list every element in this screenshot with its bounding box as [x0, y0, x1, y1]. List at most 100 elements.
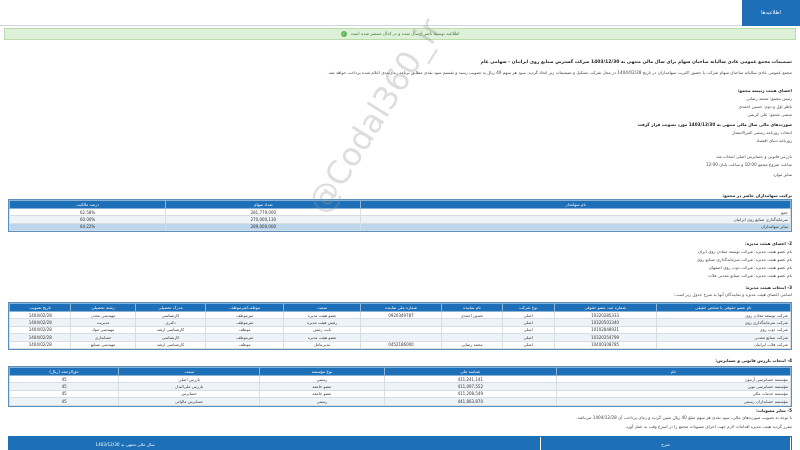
presidium-chair: رئیس مجمع: محمد رضایی: [746, 96, 792, 101]
board-item: نام عضو هیئت مدیره: شرکت ذوب روی اصفهان: [708, 265, 792, 270]
summary-col-title: شرح: [541, 437, 791, 450]
cell: غیرموظف: [205, 318, 285, 327]
board-item: نام عضو هیئت مدیره: شرکت توسعه معادن روی…: [697, 249, 792, 254]
cell: 1404/02/28: [8, 325, 72, 335]
time-line: ساعت شروع مجمع 10:00 و ساعت پایان 12:00: [705, 162, 792, 167]
col-fee: حق‌الزحمه (ریال): [8, 367, 120, 376]
newspaper-title: انتخاب روزنامه رسمی کثیرالانتشار: [732, 130, 792, 135]
cell: مؤسسه حسابداران رسمی: [555, 397, 792, 406]
section5-line: مقرر گردید هیئت مدیره اقدامات لازم جهت ا…: [624, 424, 792, 429]
cell: عضو هیئت مدیره: [283, 310, 361, 320]
table-row[interactable]: سرمایه‌گذاری صنایع روی ایرانیان 270,000,…: [8, 215, 791, 224]
table-row[interactable]: مؤسسه حسابداران رسمی 441,863,870 رسمی حسابر…: [8, 397, 792, 406]
section4-title: 4- انتخاب بازرس قانونی و حسابرس:: [715, 358, 792, 363]
cell: اصلی: [501, 310, 555, 320]
cell: 60.00%: [8, 215, 167, 224]
cell: 45: [8, 382, 120, 391]
board-item: نام عضو هیئت مدیره: شرکت صنایع معدنی فلا…: [708, 273, 792, 278]
cell: 270,000,130: [165, 215, 362, 224]
cell: سایر سهامداران: [360, 222, 791, 232]
cell: [441, 325, 503, 335]
table-row[interactable]: مؤسسه حسابرسی آزمون 411,241,141 رسمی بازرس …: [8, 374, 792, 384]
cell: حسابرس: [118, 389, 260, 399]
col-rep-id: شماره ملی نماینده: [359, 303, 443, 312]
cell: کارشناسی: [134, 333, 207, 342]
cell: موظف: [205, 340, 285, 349]
cell: 45: [8, 374, 120, 384]
section3-note: اسامی اعضای هیئت مدیره و نمایندگان آنها …: [674, 292, 792, 297]
table-row[interactable]: جمع 281,779,000 62.58%: [8, 207, 791, 217]
col-reg-no: شماره ثبت عضو حقوقی: [553, 303, 657, 312]
cell: غیرموظف: [205, 333, 285, 342]
col-date: تاریخ تصویب: [8, 303, 72, 312]
cell: کارشناسی ارشد: [134, 340, 207, 349]
table-row[interactable]: شرکت صنایع معدنی 10320354799 اصلی عضو هیئت …: [8, 333, 792, 342]
cell: مهندسی صنایع: [70, 340, 136, 349]
cell: 45: [8, 389, 120, 399]
tab-notices[interactable]: اطلاعیه‌ها: [742, 0, 800, 26]
section3-title: 3- انتخاب هیئت مدیره:: [745, 285, 792, 290]
cell: عضو هیئت مدیره: [283, 333, 361, 342]
cell: حسین احمدی: [441, 310, 503, 320]
statements-approval: صورت‌های مالی سال مالی منتهی به 1403/12/…: [637, 122, 792, 127]
board-table: نام عضو حقوقی یا شخص حقیقی شماره ثبت عضو…: [8, 302, 792, 350]
section5-title: 5- سایر مصوبات:: [756, 408, 792, 413]
cell: رسمی: [258, 397, 385, 406]
cell: اصلی: [501, 333, 555, 342]
cell: 411,097,552: [383, 382, 557, 391]
col-shareholder: نام سهامدار: [360, 200, 791, 209]
cell: 1404/02/28: [8, 333, 72, 342]
table-row[interactable]: شرکت ذوب روی 10102848921 اصلی نایب رئیس موظف…: [8, 325, 792, 335]
cell: غیرموظف: [205, 310, 285, 320]
cell: [441, 333, 503, 342]
col-national-id: شناسه ملی: [383, 367, 557, 376]
cell: 411,241,141: [383, 374, 557, 384]
newspaper-name: روزنامه دنیای اقتصاد: [756, 138, 792, 143]
cell: 1404/02/28: [8, 318, 72, 327]
page-title: تصمیمات مجمع عمومی عادی سالیانه صاحبان س…: [480, 60, 792, 65]
cell: سرمایه‌گذاری صنایع روی ایرانیان: [360, 215, 791, 224]
table-row[interactable]: شرکت توسعه معادن روی 10320285333 اصلی حسین …: [8, 310, 792, 320]
cell: نایب رئیس: [283, 325, 361, 335]
cell: شرکت ذوب روی: [655, 325, 792, 335]
cell: اصلی: [501, 340, 555, 349]
cell: اصلی: [501, 318, 555, 327]
cell: شرکت فلات ایرانیان: [655, 340, 792, 349]
cell: مهندسی مواد: [70, 325, 136, 335]
summary-table: شرح سال مالی منتهی به 1403/12/30: [8, 436, 792, 450]
table-row[interactable]: شرکت فلات ایرانیان 10400308785 اصلی محمد رض…: [8, 340, 792, 349]
cell: عضو جامعه: [258, 382, 385, 391]
col-position: سمت: [283, 303, 361, 312]
top-bar: اطلاعیه‌ها: [0, 0, 800, 26]
cell: مؤسسه حسابرسی نوین: [555, 382, 792, 391]
table1-title: ترکیب سهامداران حاضر در مجمع:: [722, 193, 792, 198]
cell: 10400308785: [553, 340, 657, 349]
cell: [441, 318, 503, 327]
cell: شرکت توسعه معادن روی: [655, 310, 792, 320]
col-role: سمت: [118, 367, 260, 376]
cell: رسمی: [258, 374, 385, 384]
intro-text: مجمع عمومی عادی سالیانه صاحبان سهام شرکت…: [327, 70, 793, 75]
presidium-title: اعضای هیئت رئیسه مجمع:: [737, 88, 792, 93]
col-name: نام: [555, 367, 792, 376]
cell: 281,779,000: [165, 207, 362, 217]
cell: 10102848921: [553, 325, 657, 335]
cell: مهندسی معدن: [70, 310, 136, 320]
cell: [359, 318, 443, 327]
col-inst-type: نوع مؤسسه: [258, 367, 385, 376]
cell: بازرس اصلی: [118, 374, 260, 384]
notice-text: اطلاعیه توسط ناشر ارسال شده و در کدال من…: [350, 31, 460, 37]
cell: 45: [8, 397, 120, 406]
table-row[interactable]: شرکت سرمایه‌گذاری روی 10320501340 اصلی رئیس…: [8, 318, 792, 327]
presidium-secretary: منشی مجمع: علی کریمی: [747, 112, 793, 117]
cell: حسابرس مالیاتی: [118, 397, 260, 406]
cell: 62.58%: [8, 207, 167, 217]
table-row[interactable]: مؤسسه حسابرسی نوین 411,097,552 عضو جامعه با…: [8, 382, 792, 391]
shareholders-table: نام سهامدار تعداد سهام درصد مالکیت جمع 2…: [8, 199, 792, 233]
board-item: نام عضو هیئت مدیره: شرکت سرمایه‌گذاری صن…: [696, 257, 792, 262]
watermark: @Codal360_ir: [300, 11, 450, 221]
table-row[interactable]: سایر سهامداران 289,000,000 64.22%: [8, 222, 791, 232]
cell: 1404/02/28: [8, 340, 72, 349]
summary-col-empty: [241, 437, 541, 450]
table-row[interactable]: مؤسسه خدمات مالی 411,208,549 عضو جامعه حساب…: [8, 389, 792, 399]
